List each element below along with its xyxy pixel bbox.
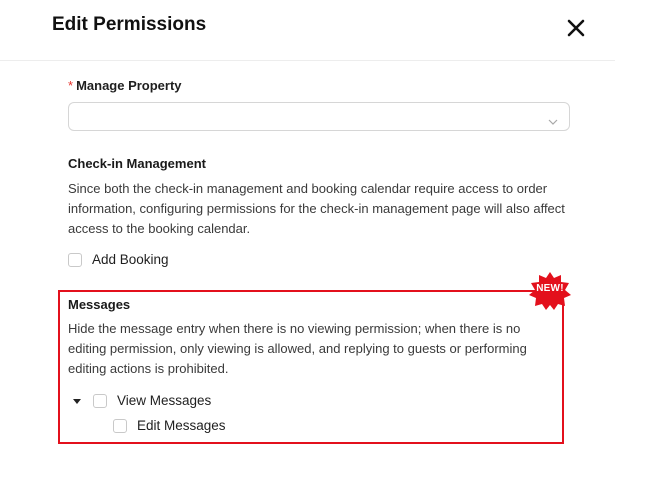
- dialog-title: Edit Permissions: [52, 14, 207, 35]
- messages-description: Hide the message entry when there is no …: [68, 321, 527, 376]
- view-messages-label: View Messages: [117, 393, 212, 408]
- add-booking-checkbox[interactable]: [68, 252, 82, 267]
- required-mark: *: [68, 78, 74, 93]
- dialog-header: Edit Permissions: [0, 0, 615, 61]
- manage-property-select[interactable]: [68, 102, 570, 131]
- checkin-title: Check-in Management: [68, 156, 206, 171]
- edit-messages-label: Edit Messages: [137, 418, 226, 433]
- new-badge-text: NEW!: [536, 283, 564, 294]
- add-booking-option[interactable]: Add Booking: [68, 252, 169, 267]
- close-icon[interactable]: [565, 17, 587, 39]
- manage-property-label-text: Manage Property: [76, 78, 182, 93]
- add-booking-label: Add Booking: [92, 252, 169, 267]
- manage-property-label: * Manage Property: [68, 78, 182, 93]
- messages-title: Messages: [68, 297, 131, 312]
- checkin-description: Since both the check-in management and b…: [68, 181, 565, 236]
- view-messages-option[interactable]: View Messages: [73, 393, 211, 408]
- edit-messages-checkbox[interactable]: [113, 418, 127, 433]
- new-badge: NEW!: [527, 271, 573, 311]
- view-messages-checkbox[interactable]: [93, 393, 107, 408]
- caret-down-icon[interactable]: [73, 393, 83, 408]
- edit-messages-option[interactable]: Edit Messages: [113, 418, 226, 433]
- chevron-down-icon: [548, 113, 558, 131]
